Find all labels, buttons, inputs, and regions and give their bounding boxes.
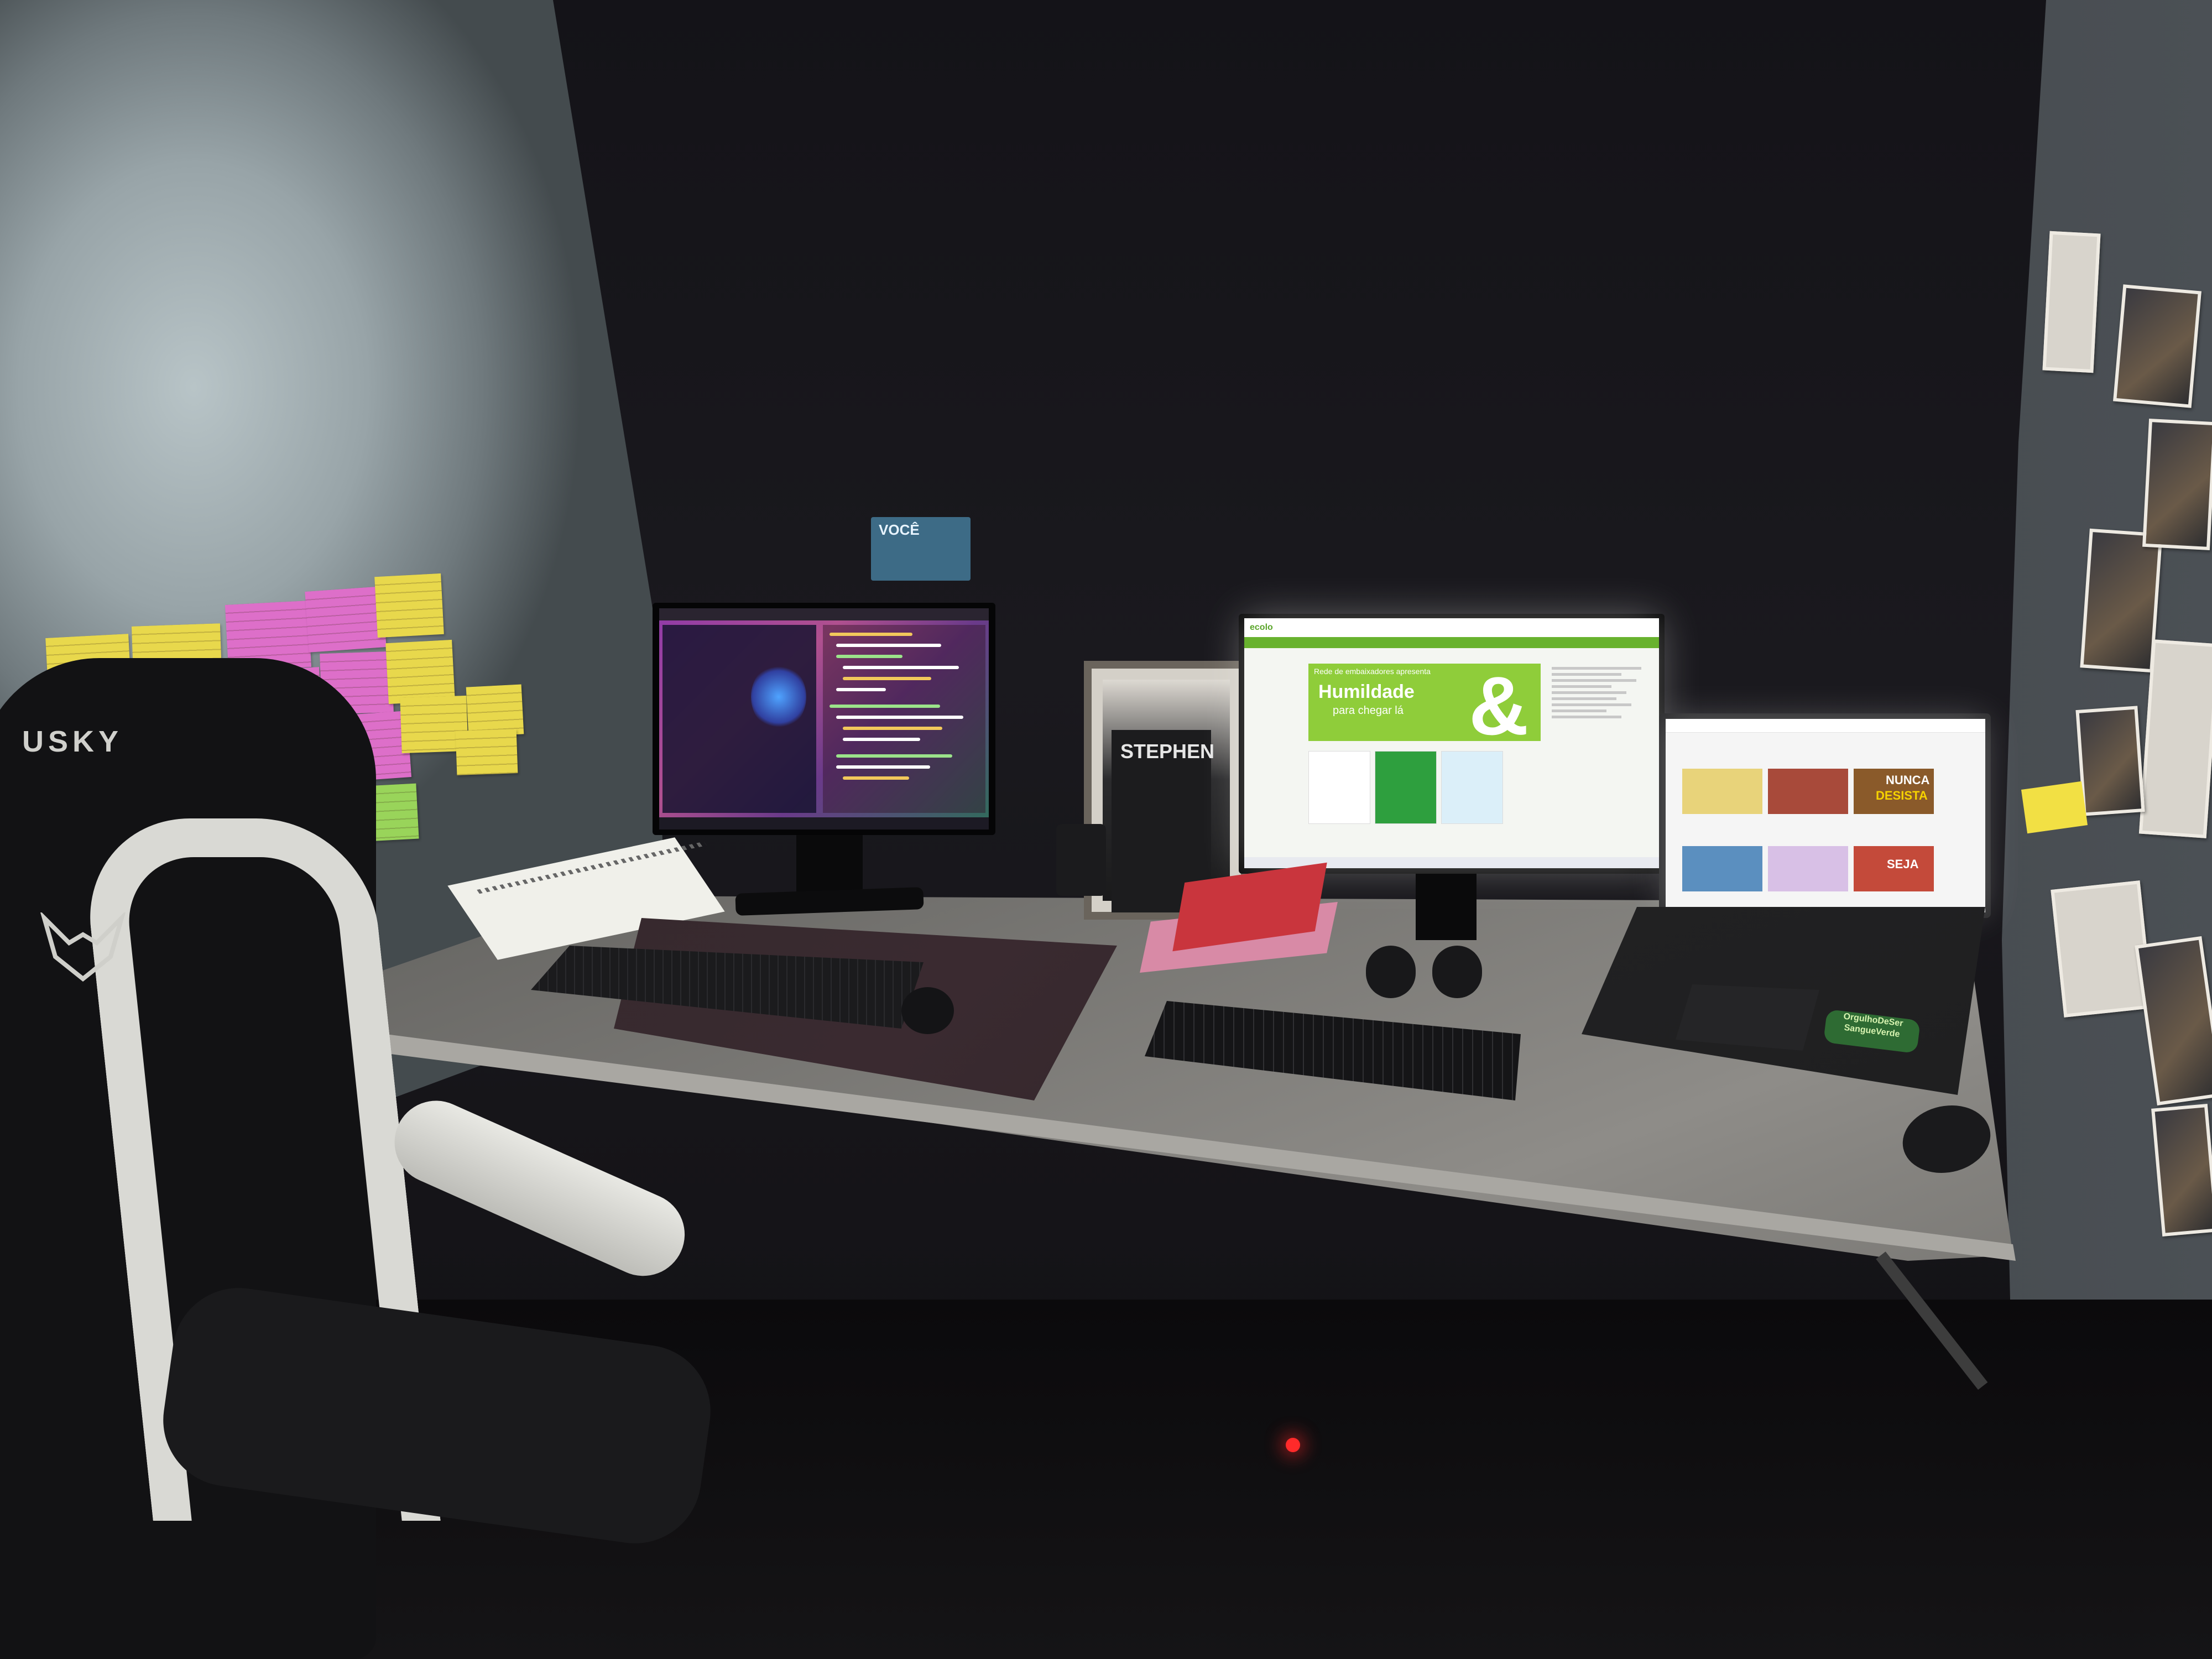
voce-card: VOCÊ — [871, 517, 971, 581]
sticky-note — [385, 639, 455, 705]
banner-subtitle: para chegar lá — [1333, 705, 1404, 717]
fox-logo-icon — [40, 912, 126, 982]
video-thumbnail: NUNCA DESISTA — [1854, 769, 1934, 814]
wall-photo — [2151, 1103, 2212, 1237]
wall-photo — [2113, 284, 2201, 408]
sticky-note — [374, 573, 444, 638]
sidebar-line — [1552, 667, 1641, 670]
pen-holder — [1056, 824, 1106, 896]
laptop-screen: NUNCA DESISTA SEJA — [1666, 719, 1985, 912]
wall-photo — [2042, 231, 2101, 373]
video-thumbnail: SEJA — [1854, 846, 1934, 891]
banner-kicker: Rede de embaixadores apresenta — [1314, 667, 1431, 676]
power-strip-led — [1286, 1438, 1300, 1452]
sidebar-line — [1552, 691, 1626, 694]
sticky-note — [455, 729, 518, 775]
code-line — [830, 705, 940, 708]
book-spine-label: STEPHEN — [1120, 740, 1215, 763]
sidebar-line — [1552, 685, 1611, 688]
code-line — [843, 776, 909, 780]
code-line — [836, 765, 930, 769]
mouse-left — [901, 987, 954, 1034]
code-line — [843, 677, 931, 680]
code-line — [836, 655, 902, 658]
video-site-header — [1666, 719, 1985, 733]
sidebar-line — [1552, 709, 1606, 712]
wall-photo — [2142, 418, 2212, 551]
hero-banner: Rede de embaixadores apresenta Humildade… — [1308, 659, 1541, 752]
code-line — [836, 644, 941, 647]
web-page-panel — [662, 625, 816, 813]
headphone-ear-right — [1432, 946, 1482, 998]
code-editor-panel — [823, 625, 985, 813]
sidebar-line — [1552, 673, 1621, 676]
browser-tab-bar — [659, 608, 989, 620]
code-line — [836, 716, 963, 719]
thumbnail-title-nunca: NUNCA — [1886, 773, 1930, 787]
code-line — [843, 738, 920, 741]
taskbar — [659, 817, 989, 830]
code-line — [843, 666, 959, 669]
code-line — [836, 754, 952, 758]
ampersand-graphic: & — [1469, 659, 1529, 752]
wall-photo — [2080, 528, 2163, 673]
site-logo: ecolo — [1250, 623, 1273, 632]
code-line — [830, 633, 912, 636]
video-thumbnail — [1682, 769, 1762, 814]
headphones — [1366, 935, 1488, 1001]
content-card — [1375, 751, 1437, 824]
code-line — [843, 727, 942, 730]
thumbnail-title-seja: SEJA — [1887, 857, 1919, 871]
sidebar-line — [1552, 697, 1616, 700]
monitor-center-screen: ecolo Rede de embaixadores apresenta Hum… — [1244, 618, 1659, 868]
thumbnail-title-desista: DESISTA — [1876, 789, 1928, 802]
monitor-left-screen — [659, 608, 989, 830]
sticky-note — [305, 586, 387, 653]
site-nav-bar — [1244, 637, 1659, 648]
video-thumbnail — [1768, 846, 1848, 891]
wall-sticker — [2021, 781, 2088, 834]
voce-card-label: VOCÊ — [879, 521, 920, 538]
headphone-ear-left — [1366, 946, 1416, 998]
video-thumbnail — [1768, 769, 1848, 814]
chair-brand-label: USKY — [22, 725, 123, 758]
news-sidebar — [1552, 664, 1651, 852]
monitor-center-stand — [1416, 874, 1477, 940]
video-thumbnail — [1682, 846, 1762, 891]
wall-photo — [2075, 706, 2145, 816]
wall-photo — [2138, 639, 2212, 838]
sidebar-line — [1552, 716, 1621, 718]
code-line — [836, 688, 886, 691]
rocket-icon — [751, 664, 806, 730]
banner-title: Humildade — [1318, 681, 1415, 702]
browser-toolbar: ecolo — [1244, 618, 1659, 638]
sidebar-line — [1552, 679, 1636, 682]
sidebar-line — [1552, 703, 1631, 706]
content-card — [1441, 751, 1503, 824]
content-card — [1308, 751, 1370, 824]
